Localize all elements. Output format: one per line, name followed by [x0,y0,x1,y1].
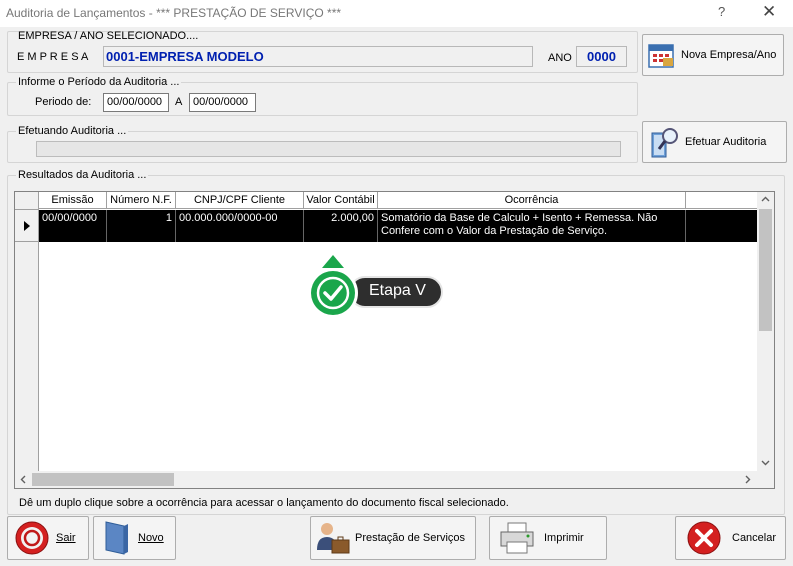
prestacao-servicos-button[interactable]: Prestação de Serviços [310,516,476,560]
nova-empresa-button[interactable]: Nova Empresa/Ano [642,34,784,76]
column-header-cnpj[interactable]: CNPJ/CPF Cliente [176,192,304,209]
column-header-filler [686,192,757,209]
help-button[interactable]: ? [718,4,725,19]
etapa-label: Etapa V [369,282,426,299]
efetuar-auditoria-button[interactable]: Efetuar Auditoria [642,121,787,163]
prestacao-servicos-label: Prestação de Serviços [355,532,466,544]
close-button[interactable]: ✕ [762,2,776,22]
businessman-icon [311,520,355,556]
row-pointer-icon [23,220,30,231]
row-indicator[interactable] [15,210,39,242]
etapa-callout: Etapa V [302,251,447,321]
column-header-numero-nf[interactable]: Número N.F. [107,192,176,209]
efetuar-auditoria-label: Efetuar Auditoria [685,136,767,148]
imprimir-button[interactable]: Imprimir [489,516,607,560]
window-title: Auditoria de Lançamentos - *** PRESTAÇÃO… [6,6,342,20]
new-document-icon [94,520,138,556]
results-grid[interactable]: Emissão Número N.F. CNPJ/CPF Cliente Val… [14,191,775,489]
cell-valor[interactable]: 2.000,00 [304,210,378,242]
indicator-column-empty [15,242,39,471]
scroll-left-icon[interactable] [20,475,26,484]
a-label: A [175,96,183,108]
empresa-field: 0001-EMPRESA MODELO [103,46,533,67]
scroll-down-icon[interactable] [761,460,770,466]
column-header-emissao[interactable]: Emissão [39,192,107,209]
sair-label: Sair [56,532,76,544]
ano-label: ANO [548,52,572,64]
cell-numero-nf[interactable]: 1 [107,210,176,242]
cancelar-button[interactable]: Cancelar [675,516,786,560]
scroll-right-icon[interactable] [745,475,751,484]
cell-filler [686,210,757,242]
ano-field: 0000 [576,46,627,67]
calendar-icon [643,41,681,69]
periodo-group-label: Informe o Período da Auditoria ... [16,76,182,88]
empresa-value: 0001-EMPRESA MODELO [106,49,264,64]
printer-icon [490,521,544,555]
audit-progress-bar [36,141,621,157]
power-icon [8,520,56,556]
nova-empresa-label: Nova Empresa/Ano [681,49,777,61]
cancelar-label: Cancelar [732,532,777,544]
title-bar: Auditoria de Lançamentos - *** PRESTAÇÃO… [0,0,793,27]
horizontal-scrollbar[interactable] [15,471,774,488]
scroll-up-icon[interactable] [761,196,770,202]
ano-value: 0000 [587,49,616,64]
date-from-input[interactable]: 00/00/0000 [103,93,169,112]
resultados-group-label: Resultados da Auditoria ... [16,169,149,181]
cell-emissao[interactable]: 00/00/0000 [39,210,107,242]
novo-button[interactable]: Novo [93,516,176,560]
efetuando-group-label: Efetuando Auditoria ... [16,125,129,137]
cancel-icon [676,520,732,556]
grid-corner [15,192,39,210]
vertical-scroll-thumb[interactable] [759,209,772,331]
sair-button[interactable]: Sair [7,516,89,560]
empresa-label: E M P R E S A [17,51,89,63]
empresa-group-label: EMPRESA / ANO SELECIONADO.... [18,30,199,42]
cell-ocorrencia[interactable]: Somatório da Base de Calculo + Isento + … [378,210,686,242]
window-client-area: EMPRESA / ANO SELECIONADO.... E M P R E … [0,27,793,566]
search-document-icon [643,125,685,159]
column-header-ocorrencia[interactable]: Ocorrência [378,192,686,209]
grid-hint-text: Dê um duplo clique sobre a ocorrência pa… [19,497,509,509]
imprimir-label: Imprimir [544,532,584,544]
periodo-label: Periodo de: [35,96,92,108]
date-to-input[interactable]: 00/00/0000 [189,93,256,112]
horizontal-scroll-thumb[interactable] [32,473,174,486]
novo-label: Novo [138,532,164,544]
cell-cnpj[interactable]: 00.000.000/0000-00 [176,210,304,242]
column-header-valor[interactable]: Valor Contábil [304,192,378,209]
vertical-scrollbar[interactable] [757,192,774,471]
